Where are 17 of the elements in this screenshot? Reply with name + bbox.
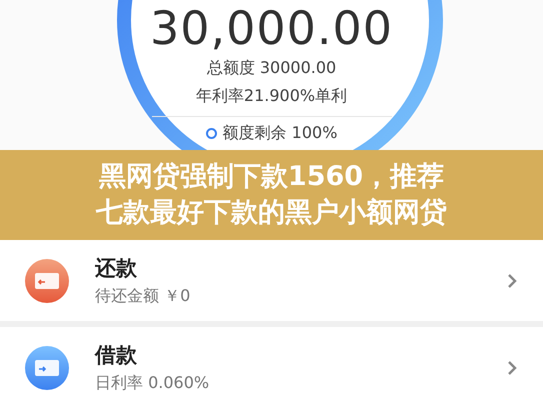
card-subtitle: 待还金额 ￥0 <box>95 286 192 307</box>
total-credit: 总额度 30000.00 <box>206 57 336 79</box>
credit-amount: 30,000.00 <box>150 2 394 54</box>
chevron-right-icon <box>507 272 517 288</box>
menu-card[interactable]: 借款 日利率 0.060% <box>0 327 543 408</box>
remaining-credit: 额度剩余 100% <box>222 123 338 144</box>
annual-rate: 年利率21.900%单利 <box>196 85 348 107</box>
chevron-right-icon <box>507 360 517 376</box>
ring-dot-icon <box>206 128 217 139</box>
card-title: 还款 <box>95 255 138 282</box>
menu-card[interactable]: 还款 待还金额 ￥0 <box>0 240 543 321</box>
banner-title: 黑网贷强制下款1560，推荐 <box>98 160 444 194</box>
card-subtitle: 日利率 0.060% <box>95 373 210 394</box>
card-icon <box>25 346 69 390</box>
card-title: 借款 <box>95 342 138 369</box>
banner-title: 七款最好下款的黑户小额网贷 <box>96 196 447 230</box>
card-icon <box>25 258 69 302</box>
